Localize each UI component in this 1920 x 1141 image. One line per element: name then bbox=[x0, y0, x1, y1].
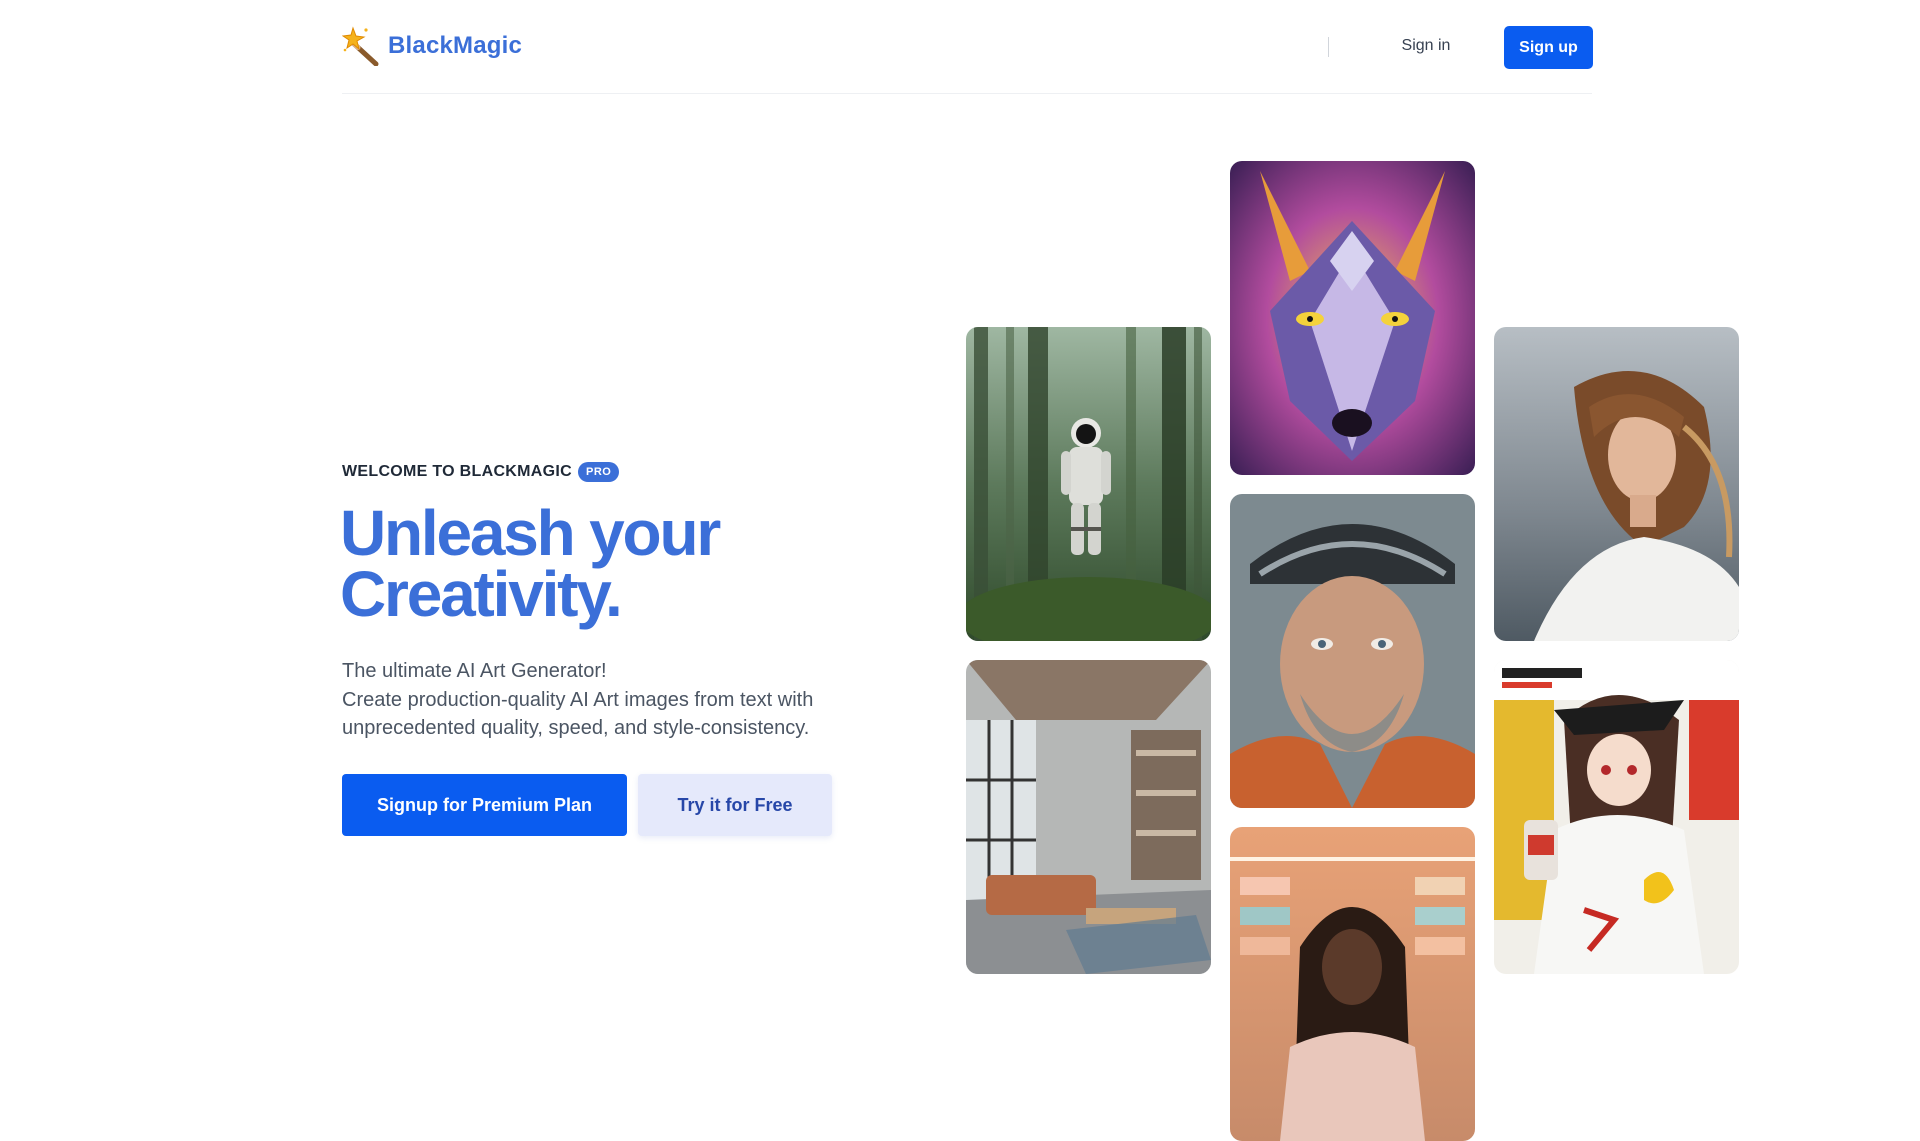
hero-description: The ultimate AI Art Generator! Create pr… bbox=[342, 657, 902, 743]
welcome-label: WELCOME TO BLACKMAGIC bbox=[342, 463, 572, 480]
try-free-button[interactable]: Try it for Free bbox=[638, 774, 832, 836]
brand-logo[interactable]: BlackMagic bbox=[342, 26, 522, 66]
living-room-image bbox=[966, 660, 1211, 974]
description-line-3: unprecedented quality, speed, and style-… bbox=[342, 717, 810, 739]
gallery-image-wolf[interactable] bbox=[1230, 161, 1475, 475]
gallery-image-astronaut[interactable] bbox=[966, 327, 1211, 641]
top-navbar: BlackMagic Sign in Sign up bbox=[342, 0, 1593, 94]
sign-in-link[interactable]: Sign in bbox=[1392, 26, 1460, 66]
magic-wand-icon bbox=[342, 26, 379, 66]
astronaut-forest-image bbox=[966, 327, 1211, 641]
woman-store-image bbox=[1230, 827, 1475, 1141]
headline-line-2: Creativity. bbox=[340, 558, 623, 630]
gallery-image-man-helmet[interactable] bbox=[1230, 494, 1475, 808]
gallery-image-woman-store[interactable] bbox=[1230, 827, 1475, 1141]
brand-name: BlackMagic bbox=[388, 32, 523, 59]
signup-premium-button[interactable]: Signup for Premium Plan bbox=[342, 774, 627, 836]
pro-badge: PRO bbox=[578, 462, 620, 482]
headline-line-1: Unleash your bbox=[340, 497, 721, 569]
man-helmet-image bbox=[1230, 494, 1475, 808]
gallery-image-living-room[interactable] bbox=[966, 660, 1211, 974]
nav-divider bbox=[1328, 37, 1329, 57]
description-line-2: Create production-quality AI Art images … bbox=[342, 688, 814, 711]
gallery-image-woman-sea[interactable] bbox=[1494, 327, 1739, 641]
wolf-image bbox=[1230, 161, 1475, 475]
hero-headline: Unleash your Creativity. bbox=[340, 497, 860, 630]
gallery-image-anime[interactable] bbox=[1494, 660, 1739, 974]
hero-eyebrow: WELCOME TO BLACKMAGIC PRO bbox=[342, 462, 620, 482]
woman-sea-image bbox=[1494, 327, 1739, 641]
sign-up-button[interactable]: Sign up bbox=[1504, 26, 1593, 69]
anime-poster-image bbox=[1494, 660, 1739, 974]
description-line-1: The ultimate AI Art Generator! bbox=[342, 660, 607, 682]
